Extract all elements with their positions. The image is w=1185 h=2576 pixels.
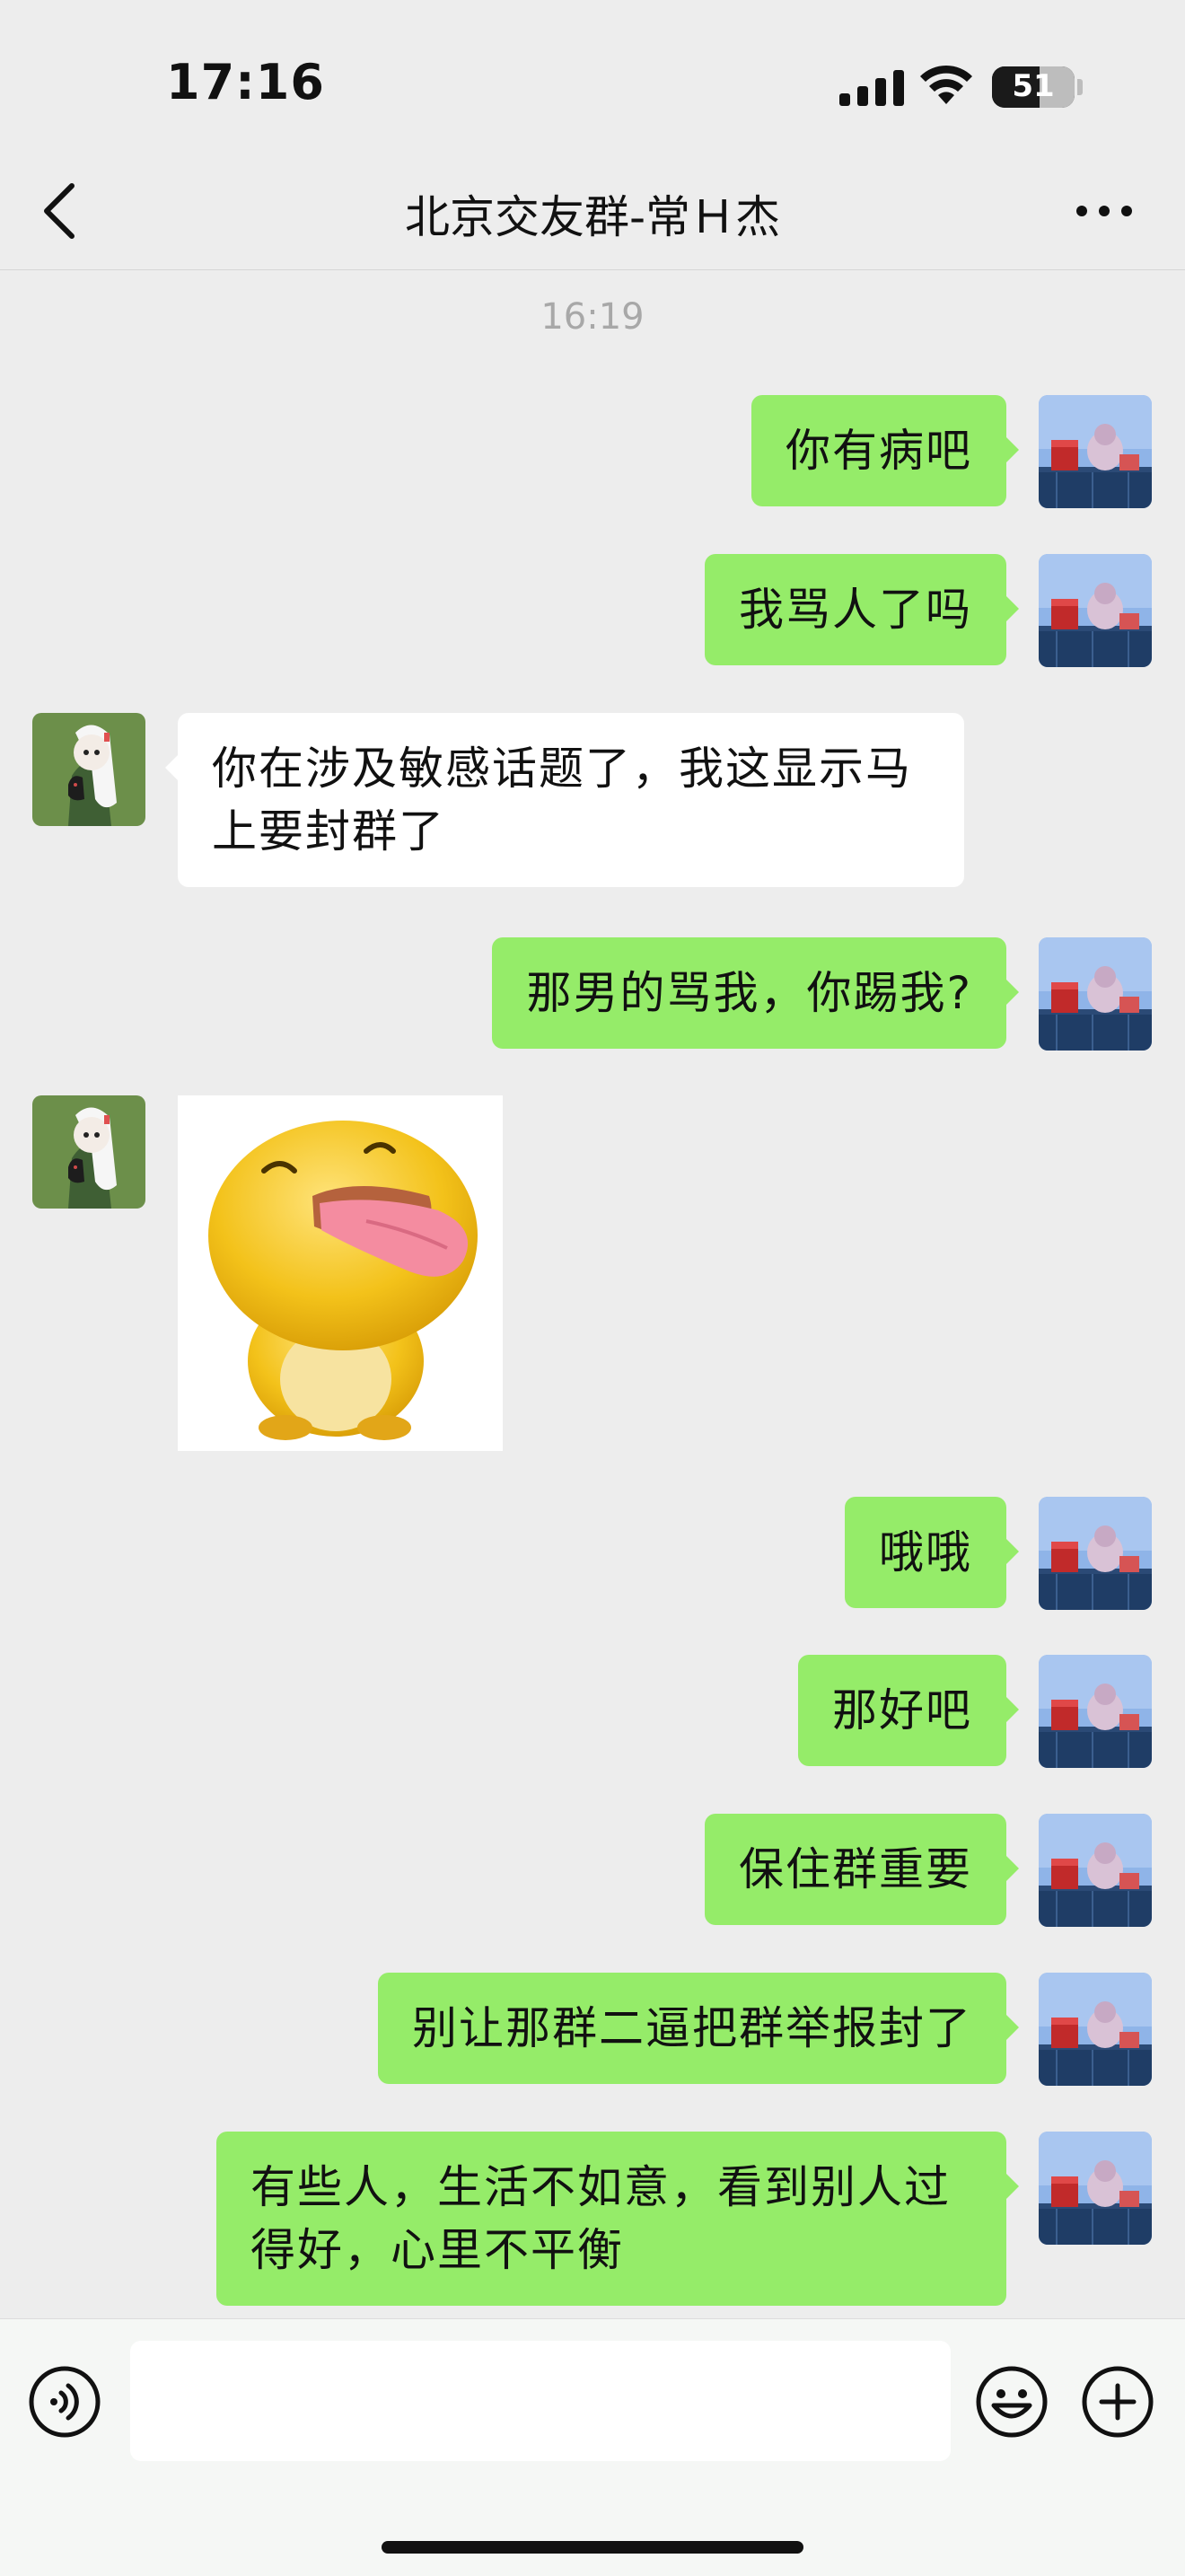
- message-bubble-sent[interactable]: 那好吧: [798, 1655, 1019, 1766]
- my-avatar[interactable]: [1039, 395, 1152, 508]
- chat-header: 北京交友群-常Ｈ杰: [0, 153, 1185, 270]
- voice-input-icon[interactable]: [27, 2364, 102, 2440]
- message-input[interactable]: [130, 2341, 951, 2461]
- cellular-signal-icon: [839, 70, 904, 106]
- wifi-icon: [920, 65, 972, 104]
- home-indicator: [382, 2541, 803, 2554]
- more-dots-icon[interactable]: [1073, 189, 1136, 233]
- my-avatar[interactable]: [1039, 1814, 1152, 1927]
- message-bubble-sent[interactable]: 别让那群二逼把群举报封了: [378, 1973, 1019, 2084]
- message-bubble-sent[interactable]: 哦哦: [845, 1497, 1019, 1608]
- emoji-icon[interactable]: [974, 2364, 1049, 2440]
- status-time: 17:16: [166, 54, 325, 110]
- message-bubble-sent[interactable]: 保住群重要: [705, 1814, 1019, 1925]
- my-avatar[interactable]: [1039, 1973, 1152, 2086]
- my-avatar[interactable]: [1039, 1497, 1152, 1610]
- status-bar: 17:16 51: [0, 0, 1185, 153]
- message-timestamp: 16:19: [540, 296, 645, 338]
- my-avatar[interactable]: [1039, 937, 1152, 1051]
- battery-icon: 51: [992, 66, 1075, 108]
- sender-avatar[interactable]: [32, 713, 145, 826]
- message-bubble-received[interactable]: 你在涉及敏感话题了，我这显示马上要封群了: [165, 713, 964, 887]
- battery-cap: [1077, 79, 1083, 95]
- sender-avatar[interactable]: [32, 1095, 145, 1209]
- my-avatar[interactable]: [1039, 554, 1152, 667]
- yellow-duck-tongue-sticker[interactable]: [178, 1095, 503, 1451]
- message-bubble-sent[interactable]: 那男的骂我，你踢我?: [492, 937, 1019, 1049]
- message-bubble-sent[interactable]: 有些人，生活不如意，看到别人过得好，心里不平衡: [216, 2132, 1019, 2306]
- my-avatar[interactable]: [1039, 2132, 1152, 2245]
- battery-percent: 51: [1012, 68, 1055, 104]
- chat-title: 北京交友群-常Ｈ杰: [404, 191, 781, 243]
- message-bubble-sent[interactable]: 你有病吧: [751, 395, 1019, 506]
- my-avatar[interactable]: [1039, 1655, 1152, 1768]
- message-bubble-sent[interactable]: 我骂人了吗: [705, 554, 1019, 665]
- input-bar: [0, 2318, 1185, 2576]
- plus-icon[interactable]: [1080, 2364, 1155, 2440]
